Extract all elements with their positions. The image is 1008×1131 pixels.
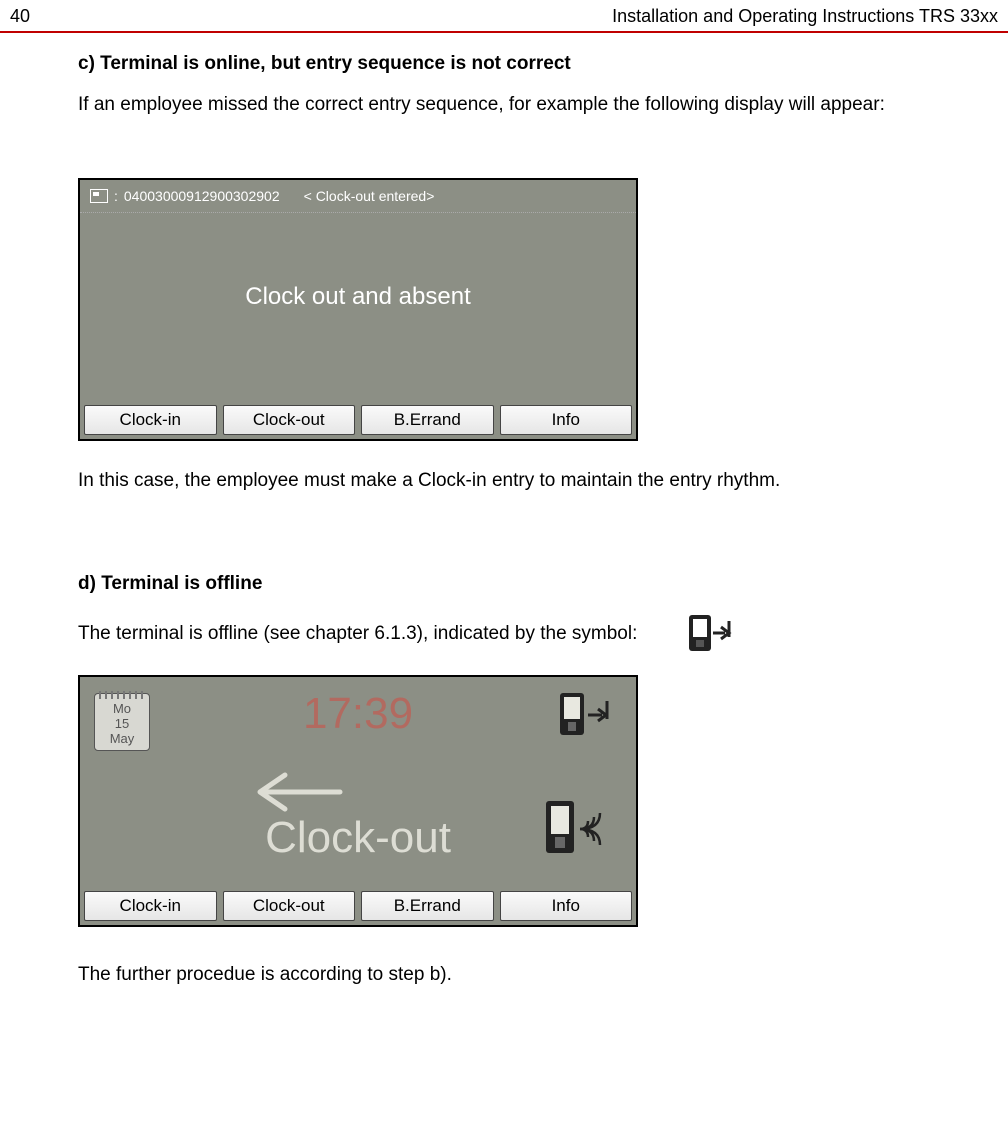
btn-info[interactable]: Info bbox=[500, 891, 633, 921]
btn-clock-out[interactable]: Clock-out bbox=[223, 405, 356, 435]
rfid-reader-icon bbox=[542, 797, 612, 861]
section-c-after: In this case, the employee must make a C… bbox=[78, 469, 968, 494]
card-icon bbox=[90, 189, 108, 203]
offline-icon bbox=[558, 691, 614, 739]
btn-clock-out[interactable]: Clock-out bbox=[223, 891, 356, 921]
section-d-after: The further procedue is according to ste… bbox=[78, 963, 968, 988]
doc-title: Installation and Operating Instructions … bbox=[612, 6, 998, 27]
btn-berrand[interactable]: B.Errand bbox=[361, 891, 494, 921]
section-c-heading: c) Terminal is online, but entry sequenc… bbox=[78, 53, 968, 75]
terminal-message: Clock out and absent bbox=[80, 213, 636, 401]
arrow-left-icon bbox=[250, 767, 350, 807]
terminal-button-row: Clock-in Clock-out B.Errand Info bbox=[80, 401, 636, 439]
card-id: 04003000912900302902 bbox=[124, 188, 280, 204]
terminal-display-1: : 04003000912900302902 < Clock-out enter… bbox=[78, 178, 638, 441]
btn-berrand[interactable]: B.Errand bbox=[361, 405, 494, 435]
terminal-display-2: Mo 15 May 17:39 Clock-out bbox=[78, 675, 638, 927]
terminal-button-row-2: Clock-in Clock-out B.Errand Info bbox=[80, 887, 636, 925]
page-number: 40 bbox=[10, 6, 30, 27]
page-content: c) Terminal is online, but entry sequenc… bbox=[0, 33, 1008, 1028]
clock-status: < Clock-out entered> bbox=[304, 188, 435, 204]
section-c-intro: If an employee missed the correct entry … bbox=[78, 93, 968, 118]
section-d-intro: The terminal is offline (see chapter 6.1… bbox=[78, 622, 637, 647]
section-d-heading: d) Terminal is offline bbox=[78, 573, 968, 595]
btn-info[interactable]: Info bbox=[500, 405, 633, 435]
page-header: 40 Installation and Operating Instructio… bbox=[0, 0, 1008, 33]
btn-clock-in[interactable]: Clock-in bbox=[84, 891, 217, 921]
btn-clock-in[interactable]: Clock-in bbox=[84, 405, 217, 435]
id-prefix: : bbox=[114, 188, 118, 204]
terminal-status-bar: : 04003000912900302902 < Clock-out enter… bbox=[80, 180, 636, 213]
time-display: 17:39 bbox=[80, 689, 636, 739]
offline-symbol-icon bbox=[687, 613, 735, 655]
